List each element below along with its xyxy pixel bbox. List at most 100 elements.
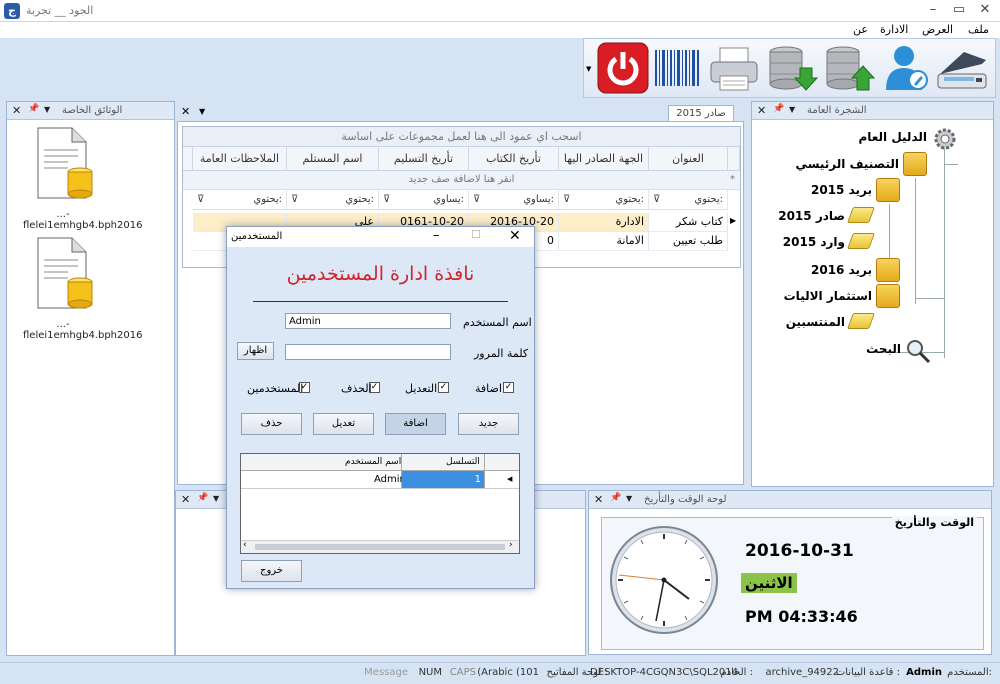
close-window-button[interactable]: ✕ (972, 0, 998, 22)
dialog-heading: نافذة ادارة المستخدمين (286, 263, 475, 285)
group-by-bar[interactable]: اسحب اي عمود الى هنا لعمل مجموعات على اس… (183, 127, 740, 147)
table-cell[interactable]: طلب تعيين (649, 232, 728, 251)
filter-cell[interactable]: ⊽ يحتوي: (193, 190, 287, 210)
col-username[interactable]: اسم المستخدم (345, 457, 401, 467)
tree-item-root[interactable]: الدليل العام (858, 130, 927, 144)
scroll-right-icon[interactable]: › (509, 540, 513, 550)
filter-cell[interactable]: ⊽ يساوي: (379, 190, 469, 210)
dialog-maximize-button[interactable]: ☐ (471, 228, 481, 241)
database-upload-icon (826, 46, 876, 91)
folder-icon (847, 233, 875, 249)
document-database-icon (37, 127, 93, 199)
perm-add-checkbox[interactable]: ✓ (503, 382, 514, 393)
table-cell[interactable]: الامانة (559, 232, 649, 251)
pin-icon[interactable]: 📌 (610, 493, 621, 503)
horizontal-scrollbar[interactable]: ‹ › (241, 540, 519, 553)
column-header[interactable]: الجهة الصادر اليها (559, 147, 649, 171)
tree-connector (944, 164, 958, 165)
tree-item-mail-2016[interactable]: بريد 2016 (811, 263, 872, 277)
tree-item-incoming-2015[interactable]: وارد 2015 (783, 235, 845, 249)
chevron-down-icon[interactable]: ▼ (213, 494, 219, 503)
private-docs-panel: ✕ 📌 ▼ الوثائق الخاصة ...-flelei1emhgb4.b… (6, 101, 175, 656)
tree-header: ✕ 📌 ▼ الشجرة العامة (752, 102, 993, 120)
column-header[interactable]: الملاحظات العامة (193, 147, 287, 171)
pin-icon[interactable]: 📌 (197, 493, 208, 503)
table-cell[interactable]: 1 (402, 471, 484, 488)
app-logo-icon[interactable]: ج (4, 3, 20, 19)
chevron-down-icon[interactable]: ▼ (626, 494, 632, 503)
table-cell[interactable]: كتاب شكر (649, 213, 728, 232)
power-icon (597, 42, 649, 94)
menu-view[interactable]: العرض (922, 23, 953, 36)
tree-item-main-category[interactable]: التصنيف الرئيسي (796, 157, 899, 171)
filter-cell[interactable]: ⊽ يساوي: (469, 190, 559, 210)
pin-icon[interactable]: 📌 (28, 104, 39, 114)
status-user-label: المستخدم: (947, 667, 992, 678)
filter-cell[interactable]: ⊽ يحتوي: (649, 190, 728, 210)
power-button[interactable] (597, 42, 649, 94)
table-cell[interactable]: الادارة (559, 213, 649, 232)
pin-icon[interactable]: 📌 (773, 104, 784, 114)
toolbar-overflow-icon[interactable]: ▼ (586, 65, 591, 73)
menu-admin[interactable]: الادارة (880, 23, 908, 36)
close-icon[interactable]: ✕ (181, 105, 190, 118)
new-row-hint[interactable]: انقر هنا لاضافة صف جديد * (183, 171, 740, 190)
close-icon[interactable]: ✕ (12, 104, 21, 117)
tree-item-search[interactable]: البحث (866, 342, 901, 356)
edit-button[interactable]: تعديل (313, 413, 374, 435)
chevron-down-icon[interactable]: ▼ (199, 107, 205, 116)
filter-icon[interactable]: ⊽ (197, 190, 204, 209)
show-password-button[interactable]: اظهار (237, 342, 274, 360)
maximize-button[interactable]: ▭ (946, 0, 972, 22)
table-row[interactable]: Admin 1 ◀ (241, 471, 519, 489)
perm-edit-checkbox[interactable]: ✓ (438, 382, 449, 393)
scanner-button[interactable] (936, 42, 988, 94)
column-header[interactable]: اسم المستلم (287, 147, 379, 171)
close-icon[interactable]: ✕ (757, 104, 766, 117)
document-item[interactable]: ...-flelei1emhgb4.bph2016 (23, 126, 142, 231)
filter-cell[interactable]: ⊽ يحتوي: (559, 190, 649, 210)
scroll-left-icon[interactable]: ‹ (243, 540, 247, 550)
status-message: Message (364, 667, 408, 678)
delete-button[interactable]: حذف (241, 413, 302, 435)
barcode-button[interactable] (652, 42, 704, 94)
scroll-thumb[interactable] (255, 544, 505, 550)
db-upload-button[interactable] (823, 42, 876, 94)
password-field[interactable] (285, 344, 451, 360)
tree-item-outgoing-2015[interactable]: صادر 2015 (778, 209, 845, 223)
filter-icon[interactable]: ⊽ (473, 190, 480, 209)
filter-icon[interactable]: ⊽ (291, 190, 298, 209)
filter-cell[interactable]: ⊽ يحتوي: (287, 190, 379, 210)
col-sequence[interactable]: التسلسل (446, 457, 480, 467)
tree-item-members[interactable]: المنتسبين (786, 315, 845, 329)
chevron-down-icon[interactable]: ▼ (44, 105, 50, 114)
db-download-button[interactable] (766, 42, 819, 94)
menu-about[interactable]: عن (853, 23, 868, 36)
dialog-close-button[interactable]: ✕ (509, 228, 521, 244)
filter-icon[interactable]: ⊽ (563, 190, 570, 209)
tree-item-machinery[interactable]: استثمار الاليات (784, 289, 872, 303)
tab-outgoing-2015[interactable]: صادر 2015 (668, 105, 734, 122)
column-header[interactable]: تأريخ الكتاب (469, 147, 559, 171)
filter-icon[interactable]: ⊽ (653, 190, 660, 209)
perm-users-label: المستخدمين (247, 382, 304, 395)
menu-file[interactable]: ملف (968, 23, 989, 36)
general-tree-panel: ✕ 📌 ▼ الشجرة العامة الدليل العام التصنيف… (751, 101, 994, 487)
chevron-down-icon[interactable]: ▼ (789, 105, 795, 114)
column-header[interactable]: العنوان (649, 147, 728, 171)
username-field[interactable] (285, 313, 451, 329)
tree-item-mail-2015[interactable]: بريد 2015 (811, 183, 872, 197)
close-icon[interactable]: ✕ (181, 493, 190, 506)
printer-button[interactable] (708, 42, 760, 94)
exit-button[interactable]: خروج (241, 560, 302, 582)
new-button[interactable]: جديد (458, 413, 519, 435)
document-item[interactable]: ...-flelei1emhgb4.bph2016 (23, 236, 142, 341)
filter-icon[interactable]: ⊽ (383, 190, 390, 209)
user-edit-button[interactable] (880, 42, 932, 94)
minimize-button[interactable]: – (920, 0, 946, 22)
close-icon[interactable]: ✕ (594, 493, 603, 506)
dialog-minimize-button[interactable]: – (433, 228, 440, 243)
column-header[interactable]: تأريخ التسليم (379, 147, 469, 171)
add-button[interactable]: اضافة (385, 413, 446, 435)
document-database-icon (37, 237, 93, 309)
